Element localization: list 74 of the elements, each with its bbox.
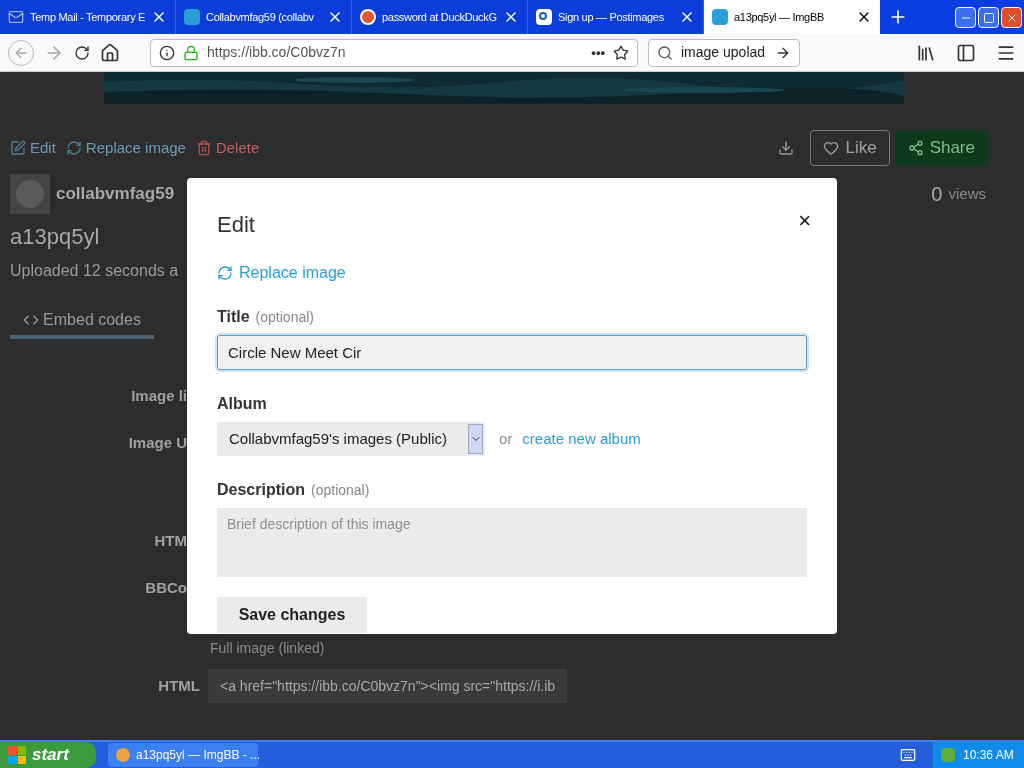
browser-tab[interactable]: a13pq5yl — ImgBB <box>704 0 880 34</box>
section-heading: Full image (linked) <box>210 639 325 658</box>
dropdown-icon <box>468 424 483 454</box>
close-button[interactable] <box>1001 7 1022 28</box>
refresh-icon <box>65 140 82 156</box>
tab-title: password at DuckDuckG <box>382 9 497 25</box>
trash-icon <box>195 140 212 156</box>
minimize-button[interactable] <box>955 7 976 28</box>
search-field[interactable]: image upolad <box>648 38 800 67</box>
envelope-icon <box>8 9 24 25</box>
view-count: 0 <box>931 182 943 207</box>
address-field[interactable]: https://ibb.co/C0bvz7n ••• <box>150 38 638 67</box>
description-input[interactable]: Brief description of this image <box>217 508 807 577</box>
edit-icon <box>10 140 26 156</box>
image-title: a13pq5yl <box>10 223 100 251</box>
keyboard-icon[interactable] <box>900 747 916 763</box>
page-actions[interactable]: ••• <box>591 42 605 63</box>
action-link[interactable]: Replace image <box>65 136 186 160</box>
field-label: HTML <box>157 675 200 696</box>
refresh-icon <box>217 265 233 281</box>
title-input[interactable]: Circle New Meet Cir <box>217 335 807 370</box>
sidebar-icon[interactable] <box>956 42 976 63</box>
restore-icon <box>982 11 995 24</box>
share-button[interactable]: Share <box>895 130 987 166</box>
upload-time: Uploaded 12 seconds a <box>10 261 179 281</box>
logo-icon <box>184 9 200 25</box>
username[interactable]: collabvmfag59 <box>56 181 175 207</box>
close-icon[interactable]: × <box>798 210 811 232</box>
album-select[interactable]: Collabvmfag59's images (Public) <box>217 422 485 456</box>
save-button[interactable]: Save changes <box>217 597 367 633</box>
browser-tab[interactable]: password at DuckDuckG <box>352 0 528 34</box>
field-label: BBCo <box>145 578 187 598</box>
like-button[interactable]: Like <box>810 130 890 166</box>
field-label: Description <box>217 480 305 500</box>
star-icon[interactable] <box>613 44 629 61</box>
code-icon <box>23 312 40 328</box>
tab-title: Temp Mail - Temporary E <box>30 9 146 25</box>
dialog-title: Edit <box>217 211 255 239</box>
search-icon <box>657 44 673 61</box>
lock-icon <box>183 44 199 61</box>
action-link[interactable]: Edit <box>10 136 56 160</box>
field-label: Album <box>217 394 267 414</box>
download-icon[interactable] <box>778 140 795 156</box>
url-text: https://ibb.co/C0bvz7n <box>207 43 347 62</box>
start-button[interactable]: start <box>0 742 96 768</box>
field-label: Title <box>217 307 250 327</box>
taskbar-item[interactable]: a13pq5yl — ImgBB - ... <box>108 743 258 767</box>
tab-title: Collabvmfag59 (collabv <box>206 9 315 25</box>
home-icon[interactable] <box>100 42 120 63</box>
code-field[interactable]: <a href="https://ibb.co/C0bvz7n"><img src="https://i.ib <box>208 669 568 703</box>
tab-title: Sign up — Postimages <box>558 9 665 25</box>
share-icon <box>907 140 924 156</box>
field-label: Image li <box>131 386 187 406</box>
embed-tab[interactable]: Embed codes <box>10 305 154 339</box>
field-label: Image U <box>128 433 187 453</box>
optional-hint: (optional) <box>311 481 370 500</box>
windows-logo-icon <box>8 746 26 764</box>
heart-icon <box>823 140 840 156</box>
optional-hint: (optional) <box>255 308 314 327</box>
reload-icon[interactable] <box>74 44 90 61</box>
tab-title: a13pq5yl — ImgBB <box>734 9 825 25</box>
avatar <box>10 174 50 214</box>
logo-icon <box>536 9 552 25</box>
browser-tab[interactable]: Sign up — Postimages <box>528 0 704 34</box>
field-label: HTM <box>154 531 187 551</box>
logo-icon <box>712 9 728 25</box>
search-text: image upolad <box>681 43 767 62</box>
restore-button[interactable] <box>978 7 999 28</box>
or-text: or <box>499 428 513 449</box>
clock: 10:36 AM <box>963 747 1014 764</box>
info-icon[interactable] <box>159 44 175 61</box>
browser-tab[interactable]: Temp Mail - Temporary E <box>0 0 176 34</box>
browser-tab[interactable]: Collabvmfag59 (collabv <box>176 0 352 34</box>
views-label: views <box>948 183 986 204</box>
